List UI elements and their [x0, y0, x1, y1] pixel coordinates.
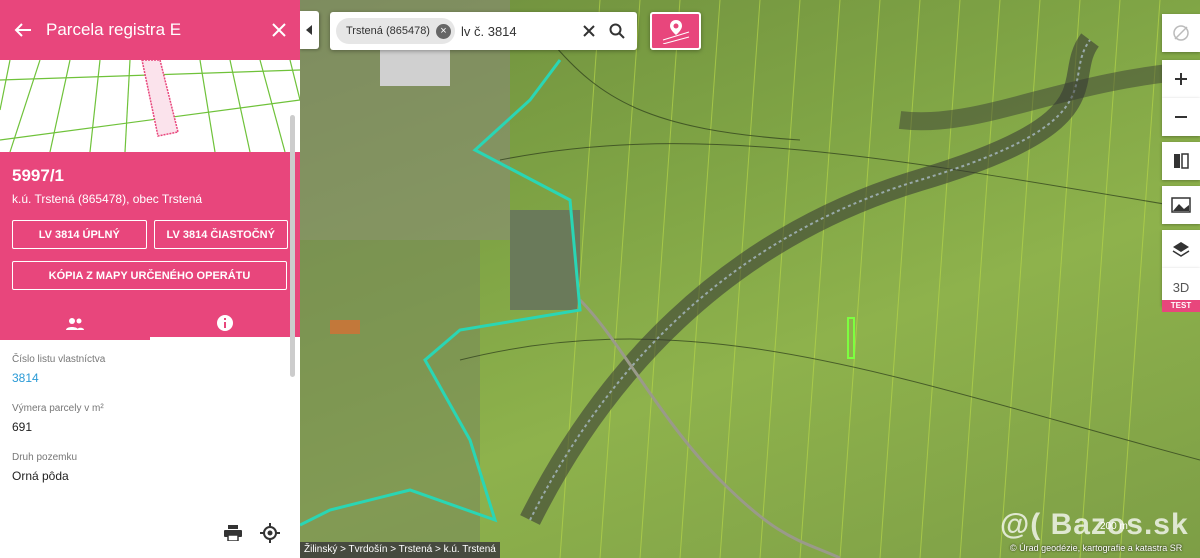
tab-info[interactable] — [150, 308, 300, 340]
location-chip[interactable]: Trstená (865478) × — [336, 18, 455, 44]
clear-search-button[interactable] — [575, 17, 603, 45]
compare-button[interactable] — [1162, 142, 1200, 180]
print-icon[interactable] — [224, 525, 242, 541]
chevron-left-icon — [306, 25, 312, 35]
detail-label: Číslo listu vlastníctva — [12, 354, 106, 365]
back-arrow-icon[interactable] — [14, 22, 32, 38]
photo-map-button[interactable] — [1162, 186, 1200, 224]
compass-icon — [1173, 25, 1189, 41]
location-chip-label: Trstená (865478) — [346, 25, 430, 37]
locate-icon[interactable] — [260, 523, 280, 543]
search-icon — [609, 23, 625, 39]
detail-label: Druh pozemku — [12, 452, 78, 463]
panel-header: Parcela registra E — [0, 0, 300, 60]
panel-footer — [0, 508, 300, 558]
close-icon — [583, 25, 595, 37]
compass-button[interactable] — [1162, 14, 1200, 52]
close-panel-icon[interactable] — [272, 23, 286, 37]
map-copy-button[interactable]: KÓPIA Z MAPY URČENÉHO OPERÁTU — [12, 261, 287, 290]
search-box[interactable]: Trstená (865478) × lv č. 3814 — [330, 12, 637, 50]
zoom-out-button[interactable] — [1162, 98, 1200, 136]
parcel-info: 5997/1 k.ú. Trstená (865478), obec Trste… — [0, 152, 300, 340]
zoom-in-button[interactable] — [1162, 60, 1200, 98]
watermark: @( Bazos.sk — [1000, 508, 1189, 541]
minus-icon — [1175, 116, 1187, 118]
parcel-details: Číslo listu vlastníctva 3814 Výmera parc… — [0, 340, 300, 506]
orthophoto-map — [300, 0, 1200, 558]
search-button[interactable] — [603, 17, 631, 45]
breadcrumb[interactable]: Žilinský > Tvrdošín > Trstená > k.ú. Trs… — [300, 542, 500, 558]
search-input[interactable]: lv č. 3814 — [461, 24, 575, 39]
ownership-number-link[interactable]: 3814 — [12, 371, 288, 385]
detail-label: Výmera parcely v m² — [12, 403, 104, 414]
layers-button[interactable] — [1162, 230, 1200, 268]
panel-tabs — [0, 308, 300, 340]
parcel-sketch — [0, 60, 300, 152]
detail-value: 691 — [12, 420, 33, 434]
detail-value: Orná pôda — [12, 469, 69, 483]
people-icon — [66, 318, 84, 330]
image-map-icon — [1171, 197, 1191, 213]
test-badge: TEST — [1162, 300, 1200, 312]
parcel-locate-button[interactable] — [650, 12, 701, 50]
chip-remove-icon[interactable]: × — [435, 23, 451, 39]
plus-icon — [1175, 73, 1187, 85]
layers-icon — [1172, 242, 1190, 257]
parcel-thumbnail — [0, 60, 300, 152]
tab-owners[interactable] — [0, 308, 150, 340]
map-pin-icon — [662, 20, 689, 44]
parcel-number: 5997/1 — [12, 166, 64, 185]
copyright: © Úrad geodézie, kartografie a katastra … — [1010, 543, 1183, 553]
panel-title: Parcela registra E — [46, 20, 182, 39]
info-icon — [217, 314, 233, 331]
parcel-panel: Parcela registra E 5997/1 k.ú. Trstená (… — [0, 0, 300, 558]
collapse-panel-button[interactable] — [299, 11, 319, 49]
parcel-location: k.ú. Trstená (865478), obec Trstená — [12, 192, 203, 206]
panel-scrollbar[interactable] — [290, 115, 295, 377]
lv-partial-button[interactable]: LV 3814 ČIASTOČNÝ — [153, 220, 288, 249]
lv-full-button[interactable]: LV 3814 ÚPLNÝ — [12, 220, 147, 249]
map-canvas[interactable]: Žilinský > Tvrdošín > Trstená > k.ú. Trs… — [300, 0, 1200, 558]
compare-icon — [1174, 153, 1189, 169]
